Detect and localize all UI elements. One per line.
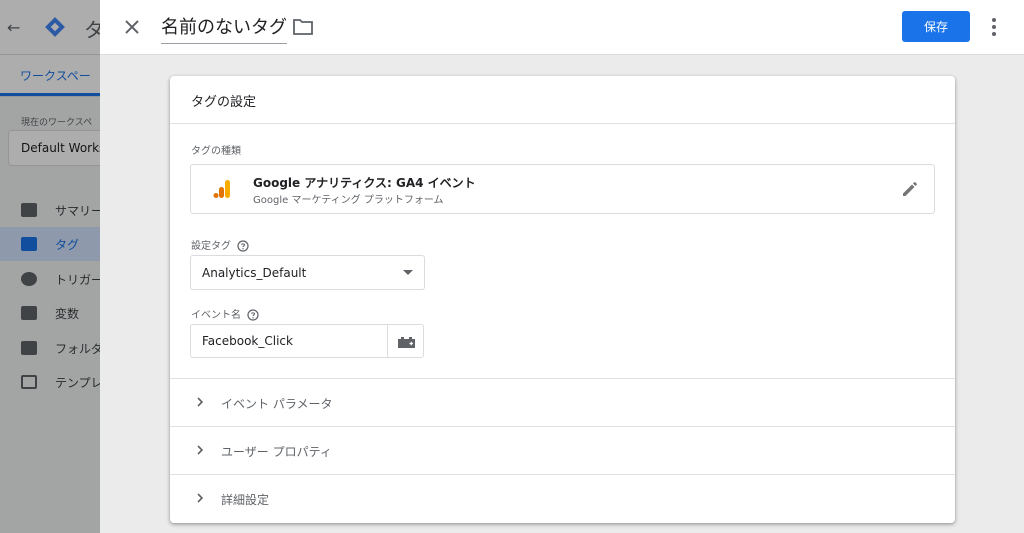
tag-type-name: Google アナリティクス: GA4 イベント <box>253 176 476 190</box>
help-icon[interactable] <box>237 240 249 252</box>
section-label: イベント パラメータ <box>221 397 333 411</box>
card-title: タグの設定 <box>191 95 257 110</box>
event-name-label-text: イベント名 <box>191 310 241 321</box>
section-label: 詳細設定 <box>221 493 270 507</box>
variable-block-icon <box>398 337 415 348</box>
section-event-parameters[interactable]: イベント パラメータ <box>170 378 955 426</box>
panel-header: 名前のないタグ 保存 <box>100 0 1024 55</box>
section-advanced-settings[interactable]: 詳細設定 <box>170 474 955 522</box>
section-user-properties[interactable]: ユーザー プロパティ <box>170 426 955 474</box>
divider <box>170 123 955 124</box>
folder-icon[interactable] <box>292 17 314 37</box>
insert-variable-button[interactable] <box>387 324 424 358</box>
event-name-label: イベント名 <box>191 306 259 321</box>
config-tag-select[interactable]: Analytics_Default <box>190 255 425 290</box>
tag-type-subtitle: Google マーケティング プラットフォーム <box>253 195 444 206</box>
chevron-right-icon <box>197 445 204 455</box>
pencil-edit-icon[interactable] <box>901 180 919 198</box>
modal-scrim[interactable] <box>0 0 100 533</box>
google-analytics-icon <box>213 180 230 198</box>
tag-editor-panel: 名前のないタグ 保存 タグの設定 タグの種類 Google アナリティクス: G… <box>100 0 1024 533</box>
tag-configuration-card: タグの設定 タグの種類 Google アナリティクス: GA4 イベント Goo… <box>170 76 955 523</box>
chevron-right-icon <box>197 397 204 407</box>
more-vert-icon[interactable] <box>984 16 1004 38</box>
event-name-input[interactable] <box>190 324 388 358</box>
tag-type-selector[interactable]: Google アナリティクス: GA4 イベント Google マーケティング … <box>190 164 935 214</box>
help-icon[interactable] <box>247 309 259 321</box>
tag-name-input[interactable]: 名前のないタグ <box>161 13 287 44</box>
dropdown-arrow-icon <box>403 270 413 275</box>
config-tag-label: 設定タグ <box>191 237 249 252</box>
chevron-right-icon <box>197 493 204 503</box>
save-button[interactable]: 保存 <box>902 11 970 42</box>
tag-type-label: タグの種類 <box>191 146 241 157</box>
close-icon[interactable] <box>120 15 144 39</box>
config-tag-value: Analytics_Default <box>202 266 307 280</box>
config-tag-label-text: 設定タグ <box>191 241 231 252</box>
section-label: ユーザー プロパティ <box>221 445 332 459</box>
